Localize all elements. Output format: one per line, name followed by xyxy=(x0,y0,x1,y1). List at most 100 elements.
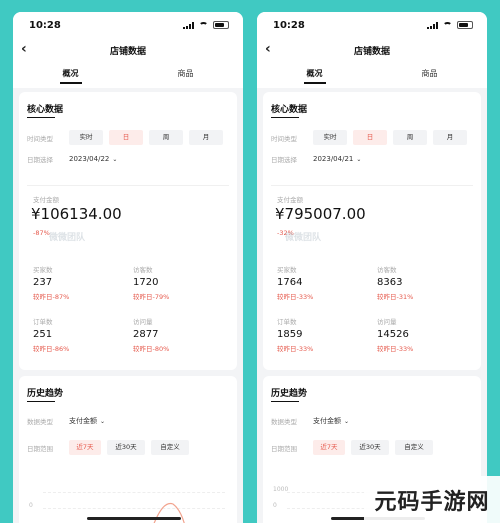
y-tick-label: 0 xyxy=(273,502,277,509)
metric-orders: 订单数 1859 较昨日-33% xyxy=(277,316,313,353)
core-data-title: 核心数据 xyxy=(271,102,307,118)
pay-amount-change: -87% xyxy=(33,229,50,237)
tab-products[interactable]: 商品 xyxy=(372,62,487,88)
data-type-row: 数据类型 支付金额 ⌄ xyxy=(27,416,105,426)
status-time: 10:28 xyxy=(273,19,305,31)
pay-amount-box: 支付金额 ¥106134.00 -87% 微微团队 xyxy=(27,185,229,245)
metric-value: 1859 xyxy=(277,329,303,340)
metric-label: 买家数 xyxy=(33,266,53,274)
signal-icon xyxy=(427,21,438,29)
core-data-title: 核心数据 xyxy=(27,102,63,118)
time-type-row: 时间类型 实时 日 周 月 xyxy=(27,130,229,145)
metric-value: 237 xyxy=(33,277,53,288)
range-btn-7d[interactable]: 近7天 xyxy=(69,440,101,455)
metric-buyers: 买家数 237 较昨日-87% xyxy=(33,264,69,301)
metric-label: 订单数 xyxy=(277,318,297,326)
date-selector[interactable]: 2023/04/22 ⌄ xyxy=(69,155,117,163)
metric-label: 订单数 xyxy=(33,318,53,326)
date-select-label: 日期选择 xyxy=(27,156,53,164)
time-type-label: 时间类型 xyxy=(27,134,53,143)
metric-label: 买家数 xyxy=(277,266,297,274)
date-range-row: 日期范围 近7天 近30天 自定义 xyxy=(271,440,439,455)
status-time: 10:28 xyxy=(29,19,61,31)
chevron-down-icon: ⌄ xyxy=(100,418,106,425)
watermark: 微微团队 xyxy=(49,233,86,243)
metric-change: 较昨日-31% xyxy=(377,293,414,301)
date-selector[interactable]: 2023/04/21 ⌄ xyxy=(313,155,361,163)
core-data-card: 核心数据 时间类型 实时 日 周 月 日期选择 2023/04/22 ⌄ 支付金额… xyxy=(19,92,237,370)
tab-bar: 概况 商品 xyxy=(13,62,243,88)
status-bar: 10:28 xyxy=(257,12,487,38)
metric-value: 2877 xyxy=(133,329,159,340)
data-type-value: 支付金额 xyxy=(313,417,341,425)
metric-label: 访问量 xyxy=(377,318,397,326)
date-range-row: 日期范围 近7天 近30天 自定义 xyxy=(27,440,195,455)
signal-icon xyxy=(183,21,194,29)
time-btn-realtime[interactable]: 实时 xyxy=(313,130,347,145)
home-indicator xyxy=(87,517,181,520)
date-select-row: 日期选择 2023/04/21 ⌄ xyxy=(271,154,361,164)
chevron-down-icon: ⌄ xyxy=(344,418,350,425)
time-btn-day[interactable]: 日 xyxy=(109,130,143,145)
time-btn-month[interactable]: 月 xyxy=(189,130,223,145)
pay-amount-value: ¥106134.00 xyxy=(31,205,122,223)
watermark: 微微团队 xyxy=(285,233,322,243)
data-type-selector[interactable]: 支付金额 ⌄ xyxy=(69,416,105,426)
nav-header: ‹ 店铺数据 xyxy=(13,38,243,62)
date-range-label: 日期范围 xyxy=(271,444,297,453)
metric-visitors: 访客数 8363 较昨日-31% xyxy=(377,264,413,301)
range-btn-custom[interactable]: 自定义 xyxy=(395,440,433,455)
metric-change: 较昨日-87% xyxy=(33,293,70,301)
date-value: 2023/04/22 xyxy=(69,155,110,163)
metric-change: 较昨日-33% xyxy=(277,293,314,301)
pay-amount-label: 支付金额 xyxy=(277,196,303,204)
metric-buyers: 买家数 1764 较昨日-33% xyxy=(277,264,313,301)
tab-overview[interactable]: 概况 xyxy=(257,62,372,88)
back-icon[interactable]: ‹ xyxy=(21,41,27,57)
data-type-label: 数据类型 xyxy=(271,418,297,426)
time-btn-month[interactable]: 月 xyxy=(433,130,467,145)
chevron-down-icon: ⌄ xyxy=(356,156,362,163)
tab-bar: 概况 商品 xyxy=(257,62,487,88)
y-tick-label: 0 xyxy=(29,502,33,509)
data-type-selector[interactable]: 支付金额 ⌄ xyxy=(313,416,349,426)
data-type-value: 支付金额 xyxy=(69,417,97,425)
data-type-label: 数据类型 xyxy=(27,418,53,426)
time-btn-realtime[interactable]: 实时 xyxy=(69,130,103,145)
tab-overview[interactable]: 概况 xyxy=(13,62,128,88)
range-btn-custom[interactable]: 自定义 xyxy=(151,440,189,455)
pay-amount-box: 支付金额 ¥795007.00 -32% 微微团队 xyxy=(271,185,473,245)
time-btn-day[interactable]: 日 xyxy=(353,130,387,145)
metric-value: 14526 xyxy=(377,329,409,340)
status-icons xyxy=(183,21,229,29)
history-trend-card: 历史趋势 数据类型 支付金额 ⌄ 日期范围 近7天 近30天 自定义 0 xyxy=(19,376,237,523)
time-type-row: 时间类型 实时 日 周 月 xyxy=(271,130,473,145)
pay-amount-value: ¥795007.00 xyxy=(275,205,366,223)
date-select-row: 日期选择 2023/04/22 ⌄ xyxy=(27,154,117,164)
core-data-card: 核心数据 时间类型 实时 日 周 月 日期选择 2023/04/21 ⌄ 支付金额… xyxy=(263,92,481,370)
y-tick-label: 1000 xyxy=(273,486,289,493)
back-icon[interactable]: ‹ xyxy=(265,41,271,57)
nav-header: ‹ 店铺数据 xyxy=(257,38,487,62)
time-btn-week[interactable]: 周 xyxy=(149,130,183,145)
date-select-label: 日期选择 xyxy=(271,156,297,164)
tab-products[interactable]: 商品 xyxy=(128,62,243,88)
status-bar: 10:28 xyxy=(13,12,243,38)
phone-screen-right: 10:28 ‹ 店铺数据 概况 商品 核心数据 时间类型 实时 日 周 月 日期… xyxy=(257,12,487,523)
site-logo-text: 元码手游网 xyxy=(374,489,490,515)
metric-value: 251 xyxy=(33,329,53,340)
site-logo-badge: 元码手游网 xyxy=(364,476,500,523)
metric-label: 访客数 xyxy=(377,266,397,274)
range-btn-30d[interactable]: 近30天 xyxy=(351,440,389,455)
page-title: 店铺数据 xyxy=(353,46,390,57)
metric-change: 较昨日-33% xyxy=(277,345,314,353)
range-btn-30d[interactable]: 近30天 xyxy=(107,440,145,455)
metric-change: 较昨日-86% xyxy=(33,345,70,353)
data-type-row: 数据类型 支付金额 ⌄ xyxy=(271,416,349,426)
time-btn-week[interactable]: 周 xyxy=(393,130,427,145)
page-title: 店铺数据 xyxy=(109,46,146,57)
date-value: 2023/04/21 xyxy=(313,155,354,163)
metric-value: 8363 xyxy=(377,277,403,288)
range-btn-7d[interactable]: 近7天 xyxy=(313,440,345,455)
metric-visitors: 访客数 1720 较昨日-79% xyxy=(133,264,169,301)
